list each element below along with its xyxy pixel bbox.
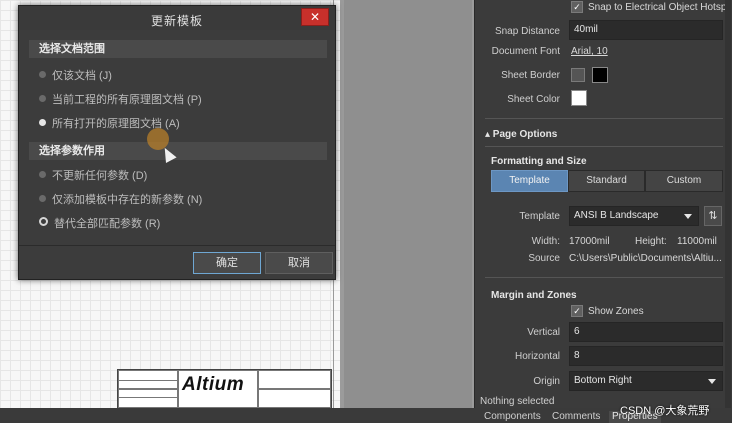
radio-button-icon[interactable] bbox=[39, 71, 46, 78]
param-group-header: 选择参数作用 bbox=[29, 142, 327, 160]
document-font-label: Document Font bbox=[491, 46, 560, 57]
chevron-down-icon bbox=[684, 214, 692, 219]
title-block-right-cell bbox=[258, 389, 331, 408]
document-font-link[interactable]: Arial, 10 bbox=[571, 46, 608, 57]
scope-option-current-doc[interactable]: 仅该文档 (J) bbox=[39, 68, 112, 84]
update-template-dialog: 更新模板 ✕ 选择文档范围 仅该文档 (J) 当前工程的所有原理图文档 (P) … bbox=[18, 5, 336, 280]
scope-option-project-docs[interactable]: 当前工程的所有原理图文档 (P) bbox=[39, 92, 202, 108]
scope-group-header: 选择文档范围 bbox=[29, 40, 327, 58]
title-block-row bbox=[118, 389, 178, 398]
section-divider bbox=[485, 277, 723, 278]
tab-components[interactable]: Components bbox=[484, 411, 541, 423]
snap-checkbox-label: Snap to Electrical Object Hotsp bbox=[588, 2, 727, 13]
param-option-no-update[interactable]: 不更新任何参数 (D) bbox=[39, 168, 147, 184]
sheet-color-swatch[interactable] bbox=[571, 90, 587, 106]
show-zones-label: Show Zones bbox=[588, 306, 644, 317]
title-block-right-cell bbox=[258, 370, 331, 389]
radio-button-selected-icon[interactable] bbox=[39, 217, 48, 226]
source-label: Source bbox=[528, 253, 560, 264]
template-label: Template bbox=[519, 211, 560, 222]
origin-dropdown-value: Bottom Right bbox=[574, 375, 632, 386]
tab-custom[interactable]: Custom bbox=[645, 170, 723, 192]
dialog-title: 更新模板 bbox=[150, 14, 203, 28]
param-option-add-new[interactable]: 仅添加模板中存在的新参数 (N) bbox=[39, 192, 202, 208]
radio-label: 仅添加模板中存在的新参数 (N) bbox=[52, 194, 203, 206]
radio-button-icon[interactable] bbox=[39, 195, 46, 202]
width-label: Width: bbox=[531, 236, 560, 247]
panel-scrollbar[interactable] bbox=[725, 0, 731, 410]
refresh-template-icon[interactable]: ⇅ bbox=[704, 206, 722, 226]
watermark: CSDN @大象荒野 bbox=[620, 405, 710, 417]
template-dropdown[interactable]: ANSI B Landscape bbox=[569, 206, 699, 226]
close-icon[interactable]: ✕ bbox=[301, 8, 329, 26]
vertical-field[interactable]: 6 bbox=[569, 322, 723, 342]
sheet-border-label: Sheet Border bbox=[501, 70, 560, 81]
radio-button-icon[interactable] bbox=[39, 95, 46, 102]
radio-label: 当前工程的所有原理图文档 (P) bbox=[52, 94, 202, 106]
snap-checkbox[interactable]: ✓ bbox=[571, 1, 583, 13]
snap-distance-field[interactable]: 40mil bbox=[569, 20, 723, 40]
radio-button-icon[interactable] bbox=[39, 171, 46, 178]
source-value: C:\Users\Public\Documents\Altiu... bbox=[569, 253, 722, 264]
sheet-color-label: Sheet Color bbox=[507, 94, 560, 105]
title-block-row bbox=[118, 380, 178, 389]
cancel-button[interactable]: 取消 bbox=[265, 252, 333, 274]
tab-comments[interactable]: Comments bbox=[552, 411, 600, 423]
title-block: Altium bbox=[117, 369, 332, 409]
formatting-size-header: Formatting and Size bbox=[491, 156, 587, 167]
origin-label: Origin bbox=[533, 376, 560, 387]
dialog-titlebar[interactable]: 更新模板 ✕ bbox=[19, 6, 335, 30]
radio-label: 不更新任何参数 (D) bbox=[52, 170, 148, 182]
show-zones-checkbox[interactable]: ✓ bbox=[571, 305, 583, 317]
dialog-body: 选择文档范围 仅该文档 (J) 当前工程的所有原理图文档 (P) 所有打开的原理… bbox=[29, 36, 329, 276]
workspace-margin bbox=[340, 0, 474, 410]
sheet-border-checkbox[interactable] bbox=[571, 68, 585, 82]
sheet-border-color-swatch[interactable] bbox=[592, 67, 608, 83]
status-message: Nothing selected bbox=[480, 396, 555, 407]
altium-logo: Altium bbox=[182, 374, 245, 395]
snap-distance-label: Snap Distance bbox=[494, 26, 560, 37]
margin-zones-header: Margin and Zones bbox=[491, 290, 577, 301]
radio-label: 仅该文档 (J) bbox=[52, 70, 112, 82]
height-label: Height: bbox=[635, 236, 667, 247]
chevron-down-icon bbox=[708, 379, 716, 384]
properties-panel: ✓ Snap to Electrical Object Hotsp Snap D… bbox=[474, 0, 732, 410]
workspace-margin-inner bbox=[344, 0, 472, 410]
section-divider bbox=[485, 146, 723, 147]
radio-button-selected-icon[interactable] bbox=[39, 119, 46, 126]
param-option-replace-all[interactable]: 替代全部匹配参数 (R) bbox=[39, 216, 160, 232]
width-value: 17000mil bbox=[569, 236, 610, 247]
height-value: 11000mil bbox=[677, 236, 717, 247]
horizontal-label: Horizontal bbox=[514, 351, 560, 362]
vertical-label: Vertical bbox=[527, 327, 560, 338]
horizontal-field[interactable]: 8 bbox=[569, 346, 723, 366]
origin-dropdown[interactable]: Bottom Right bbox=[569, 371, 723, 391]
dialog-divider bbox=[19, 245, 335, 246]
template-dropdown-value: ANSI B Landscape bbox=[574, 210, 659, 221]
ok-button[interactable]: 确定 bbox=[193, 252, 261, 274]
section-divider bbox=[485, 118, 723, 119]
page-options-header[interactable]: ▴ Page Options bbox=[485, 129, 557, 140]
tab-template[interactable]: Template bbox=[491, 170, 568, 192]
tab-standard[interactable]: Standard bbox=[568, 170, 645, 192]
radio-label: 替代全部匹配参数 (R) bbox=[54, 218, 161, 230]
